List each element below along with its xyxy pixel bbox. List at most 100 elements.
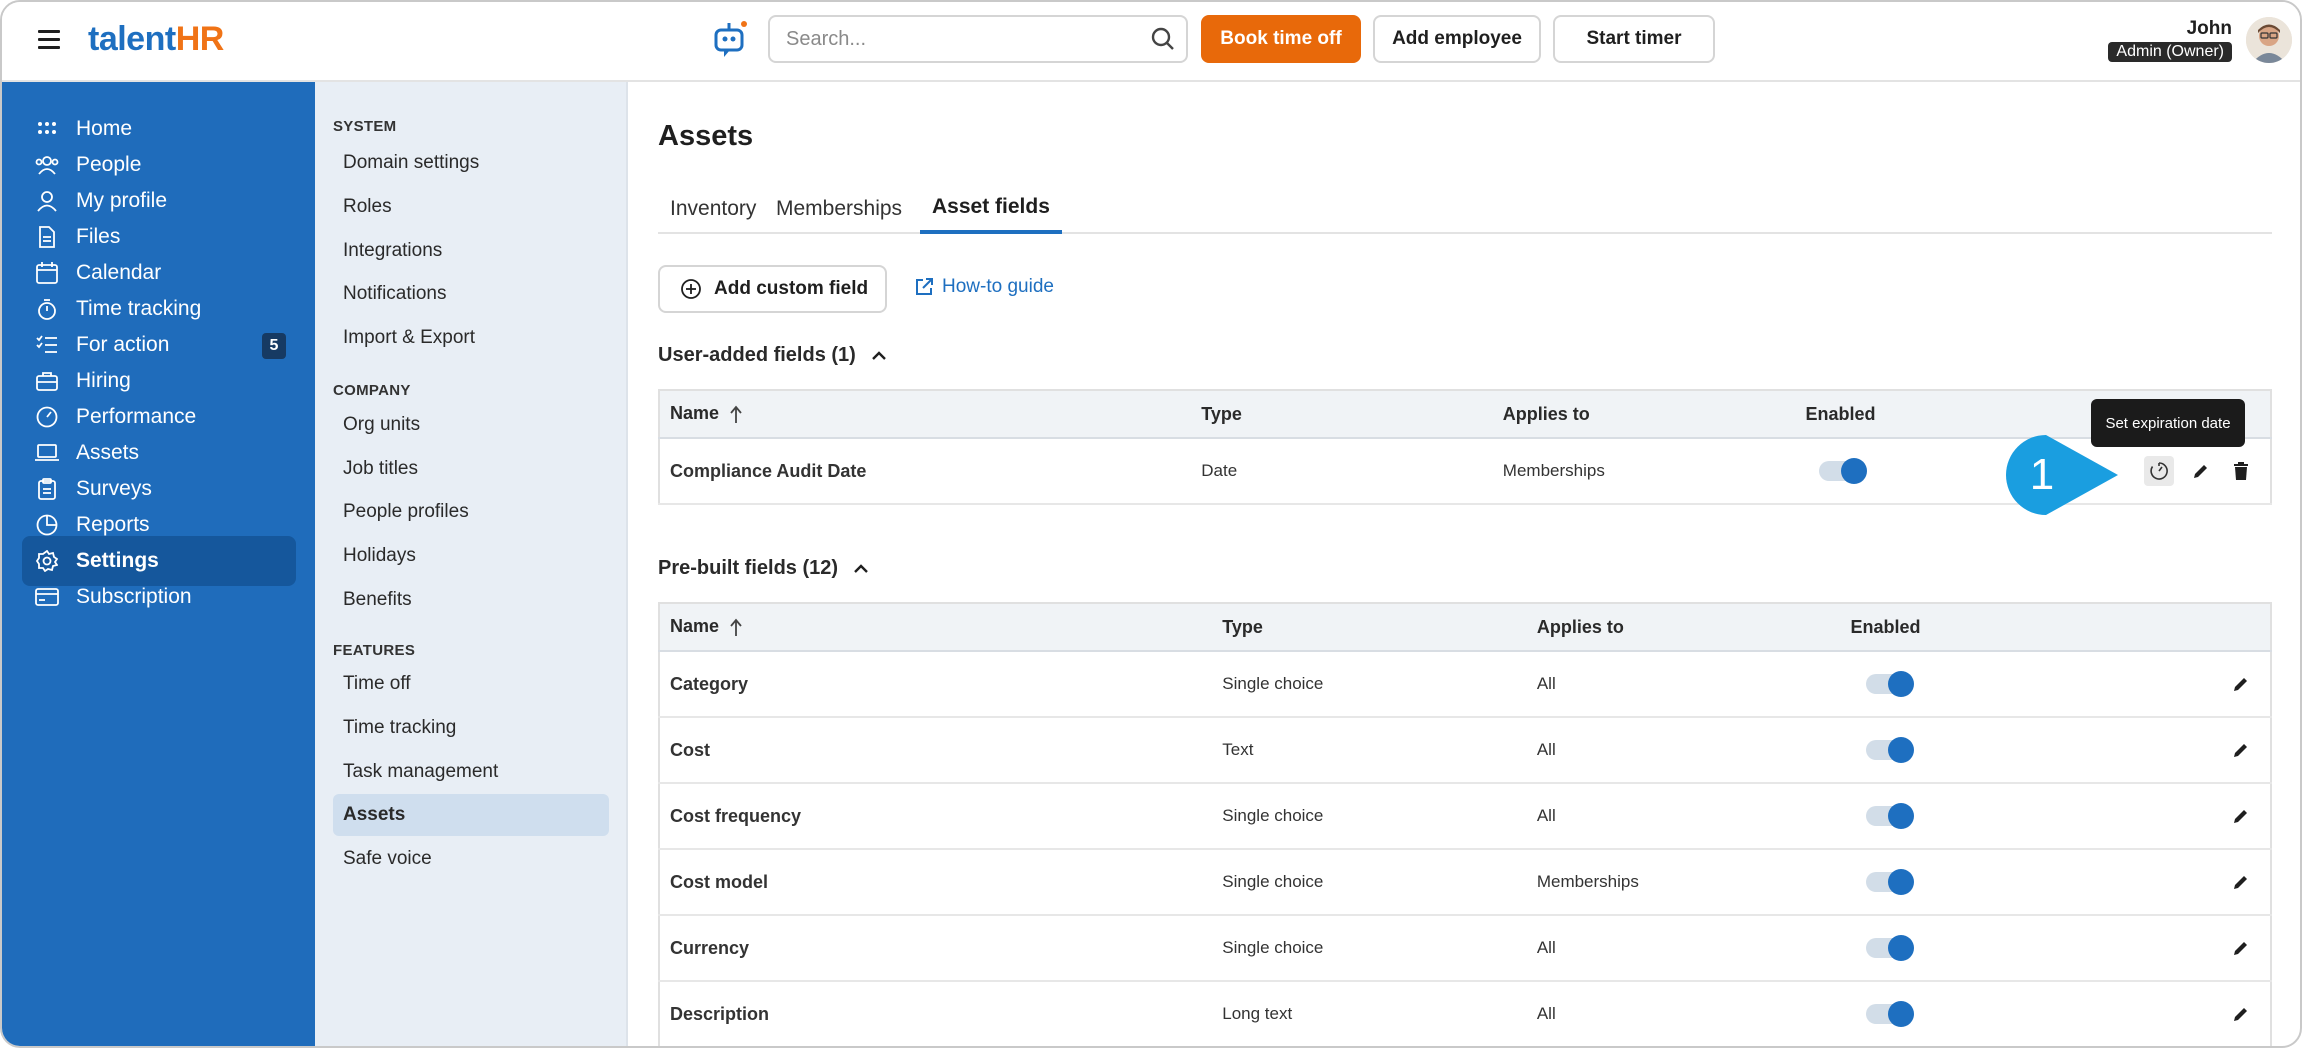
field-enabled-cell [1850, 915, 2166, 982]
subnav-item-people-profiles[interactable]: People profiles [333, 491, 609, 533]
subnav-item-holidays[interactable]: Holidays [333, 535, 609, 577]
add-custom-field-button[interactable]: Add custom field [658, 265, 887, 313]
edit-field-button[interactable] [2228, 737, 2254, 763]
column-header-enabled: Enabled [1850, 602, 2166, 652]
field-applies-to: All [1536, 717, 1851, 784]
edit-field-button[interactable] [2228, 803, 2254, 829]
search-input[interactable] [768, 15, 1188, 63]
pie-chart-icon [35, 513, 59, 537]
assistant-bot-icon[interactable] [710, 18, 750, 60]
column-header-name[interactable]: Name [657, 389, 1202, 439]
sidebar-item-label: Time tracking [76, 297, 202, 320]
tab-memberships[interactable]: Memberships [764, 184, 914, 234]
column-header-type: Type [1201, 389, 1503, 439]
field-enabled-cell [1850, 717, 2166, 784]
subnav-item-safe-voice[interactable]: Safe voice [333, 838, 609, 880]
subnav-item-notifications[interactable]: Notifications [333, 273, 609, 315]
field-applies-to: All [1536, 783, 1851, 850]
subnav-heading-features: FEATURES [333, 642, 416, 659]
external-link-icon [916, 278, 933, 295]
field-type: Long text [1222, 981, 1537, 1046]
enabled-toggle[interactable] [1866, 869, 1915, 896]
subnav-item-assets[interactable]: Assets [333, 794, 609, 836]
tab-asset-fields[interactable]: Asset fields [920, 184, 1062, 234]
table-header-row: Name Type Applies to Enabled [657, 389, 2272, 439]
subnav-heading-system: SYSTEM [333, 118, 397, 135]
enabled-toggle[interactable] [1819, 458, 1868, 485]
user-role-badge: Admin (Owner) [2108, 42, 2232, 62]
subnav-item-import-export[interactable]: Import & Export [333, 317, 609, 359]
edit-field-button[interactable] [2188, 458, 2214, 484]
subnav-item-org-units[interactable]: Org units [333, 404, 609, 446]
edit-field-button[interactable] [2228, 671, 2254, 697]
add-employee-button[interactable]: Add employee [1373, 15, 1541, 63]
pencil-icon [2234, 942, 2247, 955]
pencil-icon [2234, 678, 2247, 691]
user-name[interactable]: John [2187, 18, 2232, 40]
subnav-item-integrations[interactable]: Integrations [333, 230, 609, 272]
field-name: Category [657, 651, 1223, 718]
field-name: Cost frequency [657, 783, 1223, 850]
enabled-toggle[interactable] [1866, 1001, 1915, 1028]
start-timer-button[interactable]: Start timer [1553, 15, 1715, 63]
column-header-type: Type [1222, 602, 1537, 652]
tab-inventory[interactable]: Inventory [658, 184, 768, 234]
callout-number: 1 [2030, 450, 2054, 499]
subnav-item-time-off[interactable]: Time off [333, 663, 609, 705]
top-bar: talentHR Book time off Add employee Star… [2, 2, 2300, 82]
column-header-enabled: Enabled [1805, 389, 2056, 439]
field-actions [2165, 783, 2272, 850]
sidebar-item-subscription[interactable]: Subscription [22, 572, 296, 622]
sort-ascending-icon[interactable] [729, 618, 743, 638]
sidebar-item-label: Home [76, 117, 133, 140]
enabled-toggle[interactable] [1866, 737, 1915, 764]
field-actions [2165, 915, 2272, 982]
pencil-icon [2234, 744, 2247, 757]
column-header-name[interactable]: Name [657, 602, 1223, 652]
enabled-toggle[interactable] [1866, 803, 1915, 830]
search-icon[interactable] [1150, 26, 1176, 52]
gear-icon [35, 549, 59, 573]
subnav-item-task-management[interactable]: Task management [333, 751, 609, 793]
edit-field-button[interactable] [2228, 1001, 2254, 1027]
gauge-icon [35, 405, 59, 429]
subnav-item-roles[interactable]: Roles [333, 186, 609, 228]
edit-field-button[interactable] [2228, 869, 2254, 895]
how-to-guide-label: How-to guide [942, 276, 1054, 297]
field-enabled-cell [1850, 849, 2166, 916]
subnav-item-domain-settings[interactable]: Domain settings [333, 142, 609, 184]
how-to-guide-link[interactable]: How-to guide [914, 276, 1054, 298]
sidebar-item-label: My profile [76, 189, 168, 212]
book-time-off-button[interactable]: Book time off [1201, 15, 1361, 63]
sidebar-item-label: Reports [76, 513, 150, 536]
enabled-toggle[interactable] [1866, 935, 1915, 962]
enabled-toggle[interactable] [1866, 671, 1915, 698]
subnav-item-job-titles[interactable]: Job titles [333, 448, 609, 490]
column-header-applies-to: Applies to [1536, 602, 1851, 652]
pencil-icon [2234, 810, 2247, 823]
field-type: Single choice [1222, 783, 1537, 850]
field-applies-to: All [1536, 915, 1851, 982]
table-row: Currency Single choice All [657, 915, 2272, 982]
hamburger-menu-icon[interactable] [38, 30, 60, 50]
pre-built-fields-toggle[interactable]: Pre-built fields (12) [658, 557, 870, 580]
sidebar-item-label: Hiring [76, 369, 131, 392]
tab-bar: Inventory Memberships Asset fields [658, 184, 2272, 234]
column-header-actions [2165, 602, 2272, 652]
subnav-item-time-tracking[interactable]: Time tracking [333, 707, 609, 749]
table-row: Cost model Single choice Memberships [657, 849, 2272, 916]
edit-field-button[interactable] [2228, 935, 2254, 961]
trash-icon [2234, 462, 2248, 480]
people-icon [35, 153, 59, 177]
sort-ascending-icon[interactable] [729, 405, 743, 425]
laptop-icon [35, 441, 59, 465]
file-icon [35, 225, 59, 249]
user-added-fields-toggle[interactable]: User-added fields (1) [658, 344, 888, 367]
talenthr-logo[interactable]: talentHR [88, 20, 224, 59]
field-type: Text [1222, 717, 1537, 784]
avatar[interactable] [2246, 17, 2292, 63]
delete-field-button[interactable] [2228, 458, 2254, 484]
step-callout-marker: 1 [2006, 435, 2118, 515]
subnav-item-benefits[interactable]: Benefits [333, 579, 609, 621]
checklist-icon [35, 333, 59, 357]
